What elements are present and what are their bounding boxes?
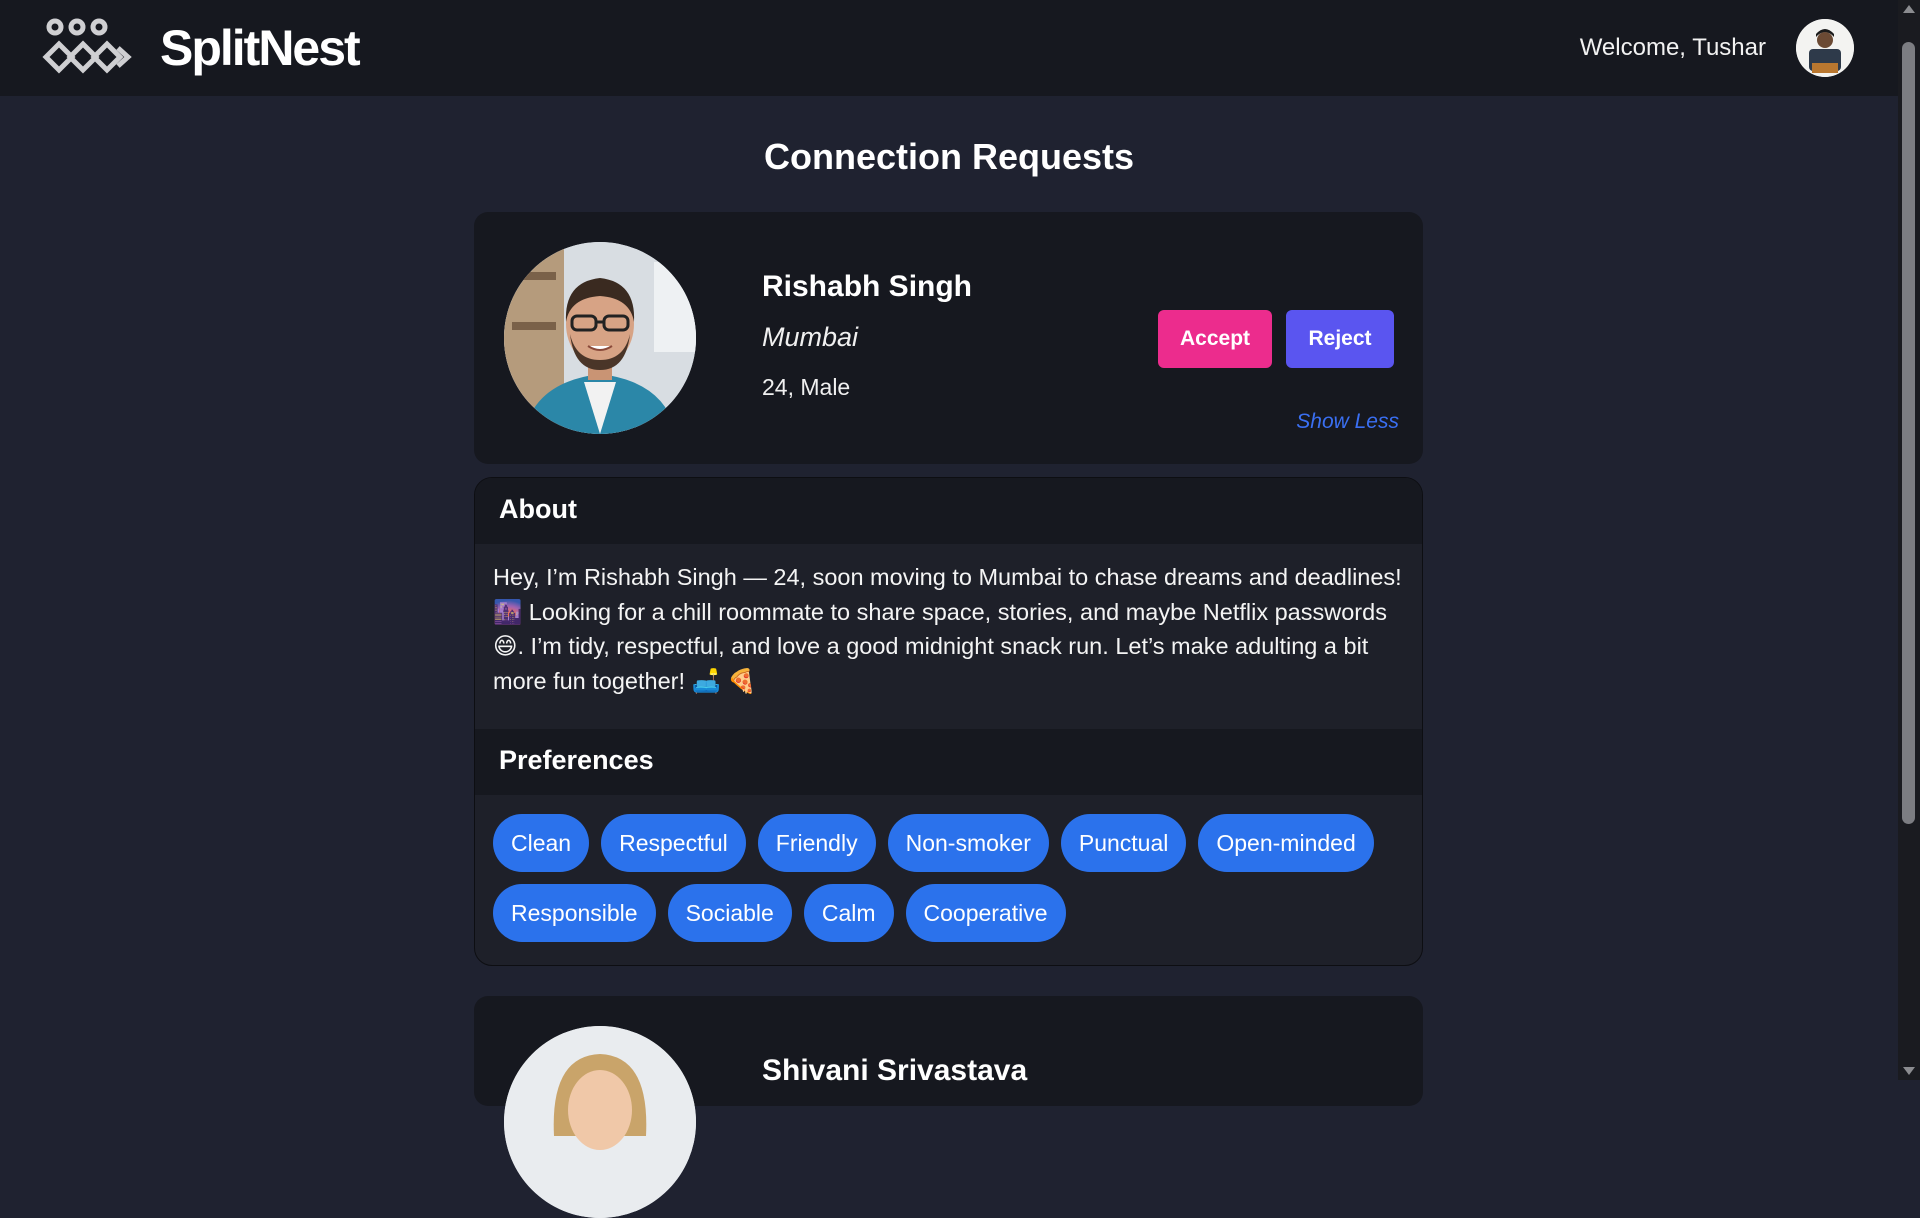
preference-tag: Non-smoker bbox=[887, 814, 1049, 872]
about-text: Hey, I’m Rishabh Singh — 24, soon moving… bbox=[493, 564, 1402, 694]
preference-tag: Friendly bbox=[757, 814, 876, 872]
scroll-up-icon[interactable] bbox=[1903, 5, 1915, 13]
reject-button[interactable]: Reject bbox=[1286, 310, 1394, 368]
page-scrollbar[interactable] bbox=[1898, 0, 1920, 1080]
scroll-thumb[interactable] bbox=[1902, 42, 1915, 824]
profile-photo bbox=[504, 242, 696, 434]
logo-icon bbox=[42, 18, 132, 74]
request-card: Rishabh Singh Mumbai 24, Male Accept Rej… bbox=[474, 212, 1423, 464]
profile-photo bbox=[504, 1026, 696, 1218]
scroll-down-icon[interactable] bbox=[1903, 1067, 1915, 1075]
person-name: Rishabh Singh bbox=[762, 270, 972, 303]
brand-name: SplitNest bbox=[160, 20, 361, 76]
request-card: Shivani Srivastava bbox=[474, 996, 1423, 1218]
preference-tag: Responsible bbox=[493, 884, 656, 942]
brand[interactable]: SplitNest bbox=[40, 17, 361, 79]
preference-tag: Clean bbox=[493, 814, 590, 872]
profile-photo-image bbox=[504, 1026, 696, 1218]
preference-tags: Clean Respectful Friendly Non-smoker Pun… bbox=[493, 814, 1413, 942]
preferences-heading: Preferences bbox=[475, 729, 1422, 795]
person-city: Mumbai bbox=[762, 322, 859, 352]
user-avatar[interactable] bbox=[1796, 19, 1854, 77]
page-title: Connection Requests bbox=[763, 136, 1135, 177]
preference-tag: Sociable bbox=[667, 884, 792, 942]
main-content: Connection Requests Rishabh Singh Mumbai… bbox=[0, 96, 1898, 1218]
welcome-text: Welcome, Tushar bbox=[1579, 34, 1766, 61]
user-area: Welcome, Tushar bbox=[1580, 19, 1854, 77]
preference-tag: Cooperative bbox=[905, 884, 1066, 942]
person-name: Shivani Srivastava bbox=[762, 1054, 1028, 1087]
profile-photo-image bbox=[504, 242, 696, 434]
preference-tag: Calm bbox=[803, 884, 894, 942]
preference-tag: Open-minded bbox=[1198, 814, 1374, 872]
about-heading: About bbox=[475, 478, 1422, 544]
person-age-gender: 24, Male bbox=[762, 374, 851, 400]
accept-button[interactable]: Accept bbox=[1158, 310, 1272, 368]
show-less-link[interactable]: Show Less bbox=[1296, 410, 1399, 434]
preference-tag: Punctual bbox=[1060, 814, 1187, 872]
preference-tag: Respectful bbox=[601, 814, 746, 872]
request-details: About Hey, I’m Rishabh Singh — 24, soon … bbox=[474, 477, 1423, 966]
top-navbar: SplitNest Welcome, Tushar bbox=[0, 0, 1898, 96]
